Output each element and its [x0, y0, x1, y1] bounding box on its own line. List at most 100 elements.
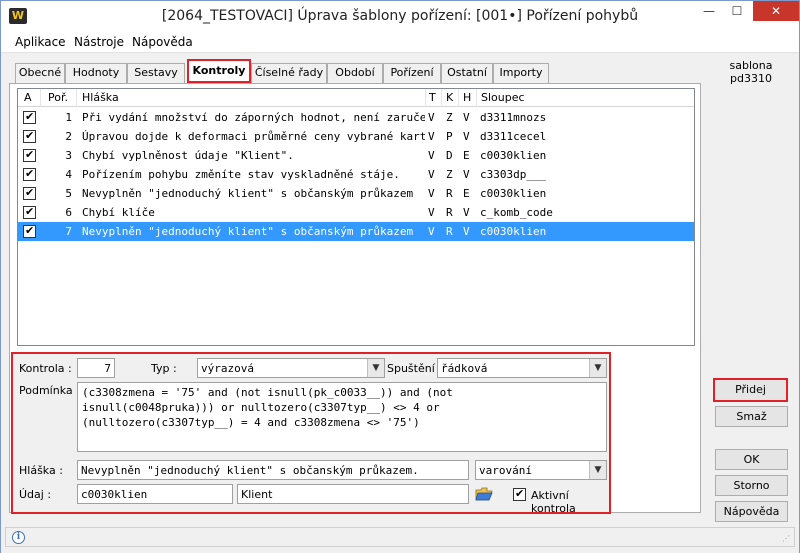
- ok-button[interactable]: OK: [715, 449, 788, 470]
- folder-open-icon[interactable]: [475, 487, 493, 501]
- tab-porizeni[interactable]: Pořízení: [383, 63, 441, 83]
- header-order[interactable]: Poř.: [48, 91, 68, 104]
- minimize-button[interactable]: —: [695, 1, 723, 21]
- row-message: Chybí klíče: [82, 206, 155, 219]
- spusteni-select[interactable]: řádková ▼: [437, 358, 607, 378]
- menu-bar: Aplikace Nástroje Nápověda: [1, 31, 799, 53]
- hlaska-label: Hláška :: [19, 464, 63, 477]
- tab-obdobi[interactable]: Období: [327, 63, 383, 83]
- table-row-selected[interactable]: 7 Nevyplněn "jednoduchý klient" s občans…: [18, 222, 694, 241]
- header-column[interactable]: Sloupec: [481, 91, 525, 104]
- aktivni-kontrola-label: Aktivní kontrola: [531, 489, 576, 515]
- row-active-checkbox[interactable]: [23, 224, 36, 238]
- table-row[interactable]: 4 Pořízením pohybu změníte stav vyskladn…: [18, 165, 694, 184]
- template-name: pd3310: [730, 72, 772, 85]
- hlaska-level-select[interactable]: varování ▼: [475, 460, 607, 480]
- chevron-down-icon[interactable]: ▼: [589, 461, 606, 479]
- row-message: Nevyplněn "jednoduchý klient" s občanský…: [82, 187, 414, 200]
- row-t: V: [428, 130, 435, 143]
- check-detail-panel: Kontrola : 7 Typ : výrazová ▼ Spuštění :…: [11, 352, 611, 515]
- row-active-checkbox[interactable]: [23, 148, 36, 162]
- row-t: V: [428, 187, 435, 200]
- typ-select[interactable]: výrazová ▼: [197, 358, 385, 378]
- table-row[interactable]: 1 Při vydání množství do záporných hodno…: [18, 108, 694, 127]
- row-active-checkbox[interactable]: [23, 110, 36, 124]
- delete-button[interactable]: Smaž: [715, 406, 788, 427]
- template-label: sablona: [729, 59, 773, 72]
- checks-grid[interactable]: A Poř. Hláška T K H Sloupec 1: [17, 88, 695, 346]
- row-t: V: [428, 225, 435, 238]
- cancel-button[interactable]: Storno: [715, 475, 788, 496]
- row-active-checkbox[interactable]: [23, 205, 36, 219]
- row-active-checkbox[interactable]: [23, 129, 36, 143]
- row-h: V: [463, 111, 470, 124]
- typ-label: Typ :: [151, 362, 177, 375]
- row-t: V: [428, 206, 435, 219]
- row-k: Z: [446, 111, 453, 124]
- row-h: V: [463, 225, 470, 238]
- row-column: c3303dp___: [480, 168, 547, 181]
- row-t: V: [428, 111, 435, 124]
- row-message: Pořízením pohybu změníte stav vyskladněn…: [82, 168, 400, 181]
- podminka-textarea[interactable]: (c3308zmena = '75' and (not isnull(pk_c0…: [77, 382, 607, 452]
- info-icon: i: [12, 531, 25, 544]
- row-h: V: [463, 206, 470, 219]
- udaj-input[interactable]: c0030klien: [77, 484, 233, 504]
- row-k: D: [446, 149, 453, 162]
- menu-nastroje[interactable]: Nástroje: [74, 35, 124, 49]
- hlaska-input[interactable]: Nevyplněn "jednoduchý klient" s občanský…: [77, 460, 469, 480]
- typ-selected-value: výrazová: [201, 362, 254, 375]
- table-row[interactable]: 2 Úpravou dojde k deformaci průměrné cen…: [18, 127, 694, 146]
- row-order: 4: [65, 168, 72, 181]
- row-column: c0030klien: [480, 187, 547, 200]
- row-active-checkbox[interactable]: [23, 186, 36, 200]
- tab-ostatni[interactable]: Ostatní: [441, 63, 493, 83]
- header-message[interactable]: Hláška: [82, 91, 119, 104]
- spusteni-selected-value: řádková: [441, 362, 488, 375]
- row-message: Chybí vyplněnost údaje "Klient".: [82, 149, 294, 162]
- tab-sestavy[interactable]: Sestavy: [127, 63, 185, 83]
- row-column: c0030klien: [480, 225, 547, 238]
- kontrola-number-input[interactable]: 7: [77, 358, 115, 378]
- maximize-button[interactable]: ☐: [723, 1, 751, 21]
- chevron-down-icon[interactable]: ▼: [589, 359, 606, 377]
- chevron-down-icon[interactable]: ▼: [367, 359, 384, 377]
- row-active-checkbox[interactable]: [23, 167, 36, 181]
- tab-obecne[interactable]: Obecné: [15, 63, 65, 83]
- header-h[interactable]: H: [463, 91, 471, 104]
- menu-napoveda[interactable]: Nápověda: [132, 35, 193, 49]
- kontrola-label: Kontrola :: [19, 362, 72, 375]
- close-button[interactable]: ✕: [753, 1, 799, 21]
- tab-ciselne-rady[interactable]: Číselné řady: [251, 63, 327, 83]
- table-row[interactable]: 5 Nevyplněn "jednoduchý klient" s občans…: [18, 184, 694, 203]
- tab-panel-kontroly: A Poř. Hláška T K H Sloupec 1: [9, 83, 701, 515]
- status-bar: i ⋰: [5, 527, 795, 547]
- row-k: R: [446, 187, 453, 200]
- add-button[interactable]: Přidej: [713, 378, 788, 402]
- tab-importy[interactable]: Importy: [493, 63, 549, 83]
- client-area: Obecné Hodnoty Sestavy Kontroly Číselné …: [1, 53, 799, 553]
- menu-aplikace[interactable]: Aplikace: [15, 35, 66, 49]
- tab-hodnoty[interactable]: Hodnoty: [65, 63, 127, 83]
- podminka-label: Podmínka :: [19, 384, 80, 397]
- row-h: E: [463, 187, 470, 200]
- table-row[interactable]: 3 Chybí vyplněnost údaje "Klient". V D E…: [18, 146, 694, 165]
- header-k[interactable]: K: [446, 91, 453, 104]
- tab-kontroly[interactable]: Kontroly: [187, 59, 251, 83]
- main-window: W [2064_TESTOVACI] Úprava šablony poříze…: [0, 0, 800, 553]
- help-button[interactable]: Nápověda: [715, 501, 788, 522]
- row-order: 2: [65, 130, 72, 143]
- udaj-description-input[interactable]: Klient: [237, 484, 469, 504]
- row-column: c0030klien: [480, 149, 547, 162]
- resize-grip-icon[interactable]: ⋰: [782, 534, 792, 544]
- row-order: 5: [65, 187, 72, 200]
- header-active[interactable]: A: [24, 91, 32, 104]
- row-message: Při vydání množství do záporných hodnot,…: [82, 111, 425, 124]
- header-t[interactable]: T: [429, 91, 436, 104]
- udaj-label: Údaj :: [19, 488, 52, 501]
- row-order: 6: [65, 206, 72, 219]
- table-row[interactable]: 6 Chybí klíče V R V c_komb_code: [18, 203, 694, 222]
- title-bar[interactable]: W [2064_TESTOVACI] Úprava šablony poříze…: [1, 1, 799, 31]
- row-column: d3311cecel: [480, 130, 547, 143]
- aktivni-kontrola-checkbox[interactable]: [513, 487, 526, 501]
